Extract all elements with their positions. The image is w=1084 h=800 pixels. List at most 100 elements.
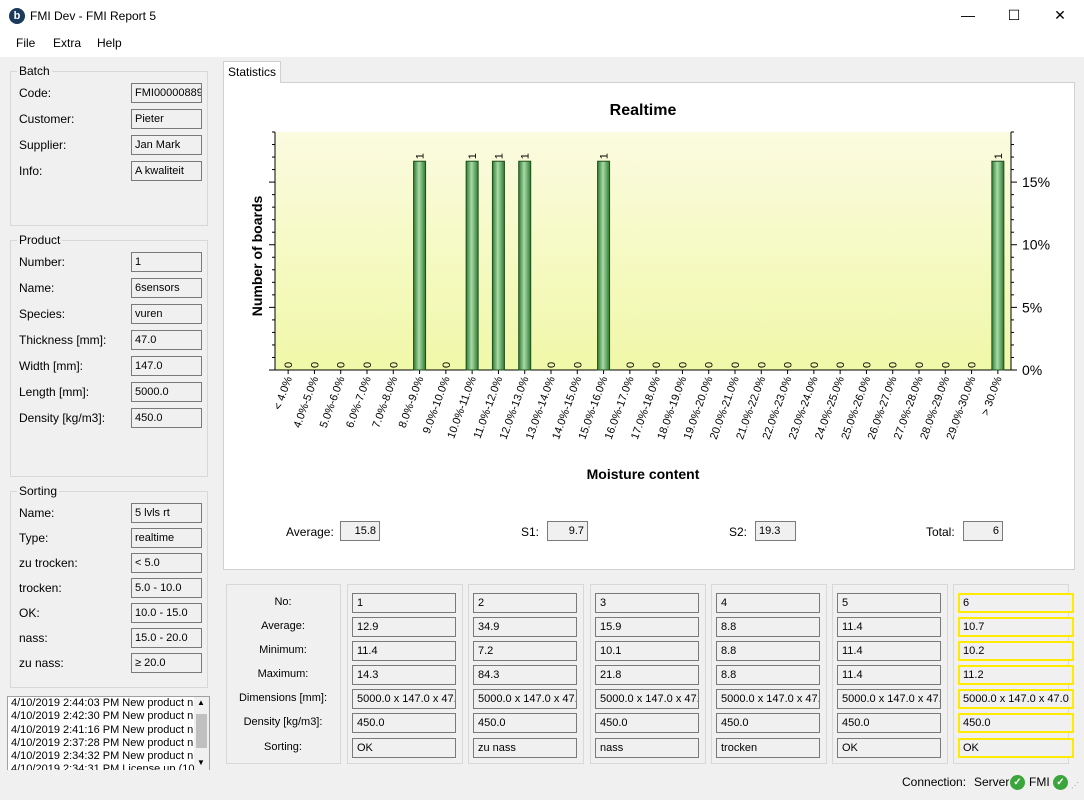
scroll-down-icon[interactable]: ▼: [197, 758, 205, 767]
log-entry[interactable]: 4/10/2019 2:42:30 PM New product n: [8, 710, 196, 723]
sensor-cell: 15.9: [595, 617, 699, 637]
resize-grip-icon[interactable]: ⋰: [1071, 781, 1079, 790]
sensor-cell: 450.0: [473, 713, 577, 733]
menu-bar: [0, 31, 1084, 57]
event-log-list[interactable]: 4/10/2019 2:44:03 PM New product n 4/10/2…: [7, 696, 210, 771]
bar-value-label: 0: [914, 362, 926, 368]
sorting-field-label: Name:: [19, 506, 55, 520]
bar-value-label: 0: [309, 362, 321, 368]
histogram-bar: [465, 160, 479, 371]
sensor-cell: 5000.0 x 147.0 x 47.: [595, 689, 699, 709]
menu-file[interactable]: File: [16, 36, 35, 50]
bar-value-label: 0: [940, 362, 952, 368]
x-tick-label: 6.0%-7.0%: [344, 375, 374, 430]
batch-field-value: Pieter: [131, 109, 202, 129]
bar-value-label: 1: [599, 153, 611, 159]
sensor-cell: 450.0: [352, 713, 456, 733]
fmi-ok-icon: ✓: [1053, 775, 1068, 790]
sensor-cell: 1: [352, 593, 456, 613]
product-field-label: Density [kg/m3]:: [19, 411, 106, 425]
sensor-cell: 10.7: [958, 617, 1074, 637]
sorting-field-label: zu trocken:: [19, 556, 78, 570]
product-group-label: Product: [17, 233, 63, 247]
bar-value-label: 1: [493, 153, 505, 159]
product-field-label: Width [mm]:: [19, 359, 84, 373]
bar-value-label: 0: [704, 362, 716, 368]
sensor-cell: 5: [837, 593, 941, 613]
bar-value-label: 0: [625, 362, 637, 368]
product-field-label: Name:: [19, 281, 55, 295]
sensor-cell: OK: [837, 738, 941, 758]
row-label: Dimensions [mm]:: [238, 692, 328, 704]
y-tick-label: 15%: [1022, 174, 1050, 190]
log-entry[interactable]: 4/10/2019 2:37:28 PM New product n: [8, 737, 196, 750]
log-entry[interactable]: 4/10/2019 2:44:03 PM New product n: [8, 697, 196, 710]
bar-value-label: 1: [467, 153, 479, 159]
product-field-label: Species:: [19, 307, 66, 321]
sensor-cell: 34.9: [473, 617, 577, 637]
sensor-cell: 11.4: [352, 641, 456, 661]
bar-value-label: 0: [283, 362, 295, 368]
product-field-value: vuren: [131, 304, 202, 324]
sensor-cell: 450.0: [595, 713, 699, 733]
row-label: Density [kg/m3]:: [243, 716, 323, 728]
product-field-label: Number:: [19, 255, 66, 269]
bar-value-label: 0: [441, 362, 453, 368]
bar-value-label: 0: [967, 362, 979, 368]
s1-value: 9.7: [547, 521, 588, 541]
bar-value-label: 0: [835, 362, 847, 368]
y-tick-label: 0%: [1022, 362, 1042, 378]
sensor-cell: OK: [958, 738, 1074, 758]
total-value: 6: [963, 521, 1003, 541]
product-field-value: 1: [131, 252, 202, 272]
x-tick-label: > 30.0%: [979, 375, 1004, 418]
s2-value: 19.3: [755, 521, 796, 541]
bar-value-label: 0: [756, 362, 768, 368]
bar-value-label: 1: [520, 153, 532, 159]
product-field-label: Thickness [mm]:: [19, 333, 107, 347]
x-tick-label: 7.0%-8.0%: [370, 375, 400, 430]
sensor-cell: 5000.0 x 147.0 x 47.: [716, 689, 820, 709]
bar-value-label: 0: [677, 362, 689, 368]
close-button[interactable]: ✕: [1037, 0, 1083, 31]
scroll-up-icon[interactable]: ▲: [197, 698, 205, 707]
chart-title: Realtime: [610, 102, 677, 119]
x-axis-title: Moisture content: [587, 466, 700, 482]
plot-area: [275, 132, 1011, 370]
x-tick-label: < 4.0%: [272, 375, 295, 412]
sorting-field-value: ≥ 20.0: [131, 653, 202, 673]
sensor-cell: 6: [958, 593, 1074, 613]
y-axis-title: Number of boards: [249, 196, 265, 317]
scroll-thumb[interactable]: [196, 714, 207, 748]
menu-help[interactable]: Help: [97, 36, 122, 50]
sorting-field-label: zu nass:: [19, 656, 64, 670]
total-label: Total:: [926, 525, 955, 539]
moisture-histogram-chart: 0%5%10%15% 0 0 0 0 0101 1 10 010 0 0 0 0 0 0 0 0 0 0 0 0 01 …: [249, 102, 1050, 482]
sensor-cell: nass: [595, 738, 699, 758]
maximize-button[interactable]: ☐: [991, 0, 1037, 31]
sensor-cell: 5000.0 x 147.0 x 47.: [352, 689, 456, 709]
sensor-cell: 3: [595, 593, 699, 613]
fmi-label: FMI: [1029, 775, 1050, 789]
sorting-field-label: trocken:: [19, 581, 62, 595]
sorting-field-value: 5 lvls rt: [131, 503, 202, 523]
sorting-field-value: realtime: [131, 528, 202, 548]
log-entry[interactable]: 4/10/2019 2:41:16 PM New product n: [8, 724, 196, 737]
product-field-value: 450.0: [131, 408, 202, 428]
server-label: Server: [974, 775, 1010, 789]
average-value: 15.8: [340, 521, 380, 541]
minimize-button[interactable]: —: [945, 0, 991, 31]
log-scrollbar[interactable]: ▲ ▼: [194, 697, 209, 770]
sorting-field-value: 5.0 - 10.0: [131, 578, 202, 598]
histogram-bar: [597, 160, 611, 371]
log-entry[interactable]: 4/10/2019 2:34:32 PM New product n: [8, 750, 196, 763]
y-tick-label: 5%: [1022, 299, 1042, 315]
bar-value-label: 0: [572, 362, 584, 368]
bar-value-label: 1: [415, 153, 427, 159]
batch-field-label: Customer:: [19, 112, 75, 126]
tab-statistics[interactable]: Statistics: [223, 61, 281, 83]
sensor-cell: 450.0: [958, 713, 1074, 733]
bar-value-label: 1: [993, 153, 1005, 159]
sorting-field-label: Type:: [19, 531, 49, 545]
menu-extra[interactable]: Extra: [53, 36, 81, 50]
